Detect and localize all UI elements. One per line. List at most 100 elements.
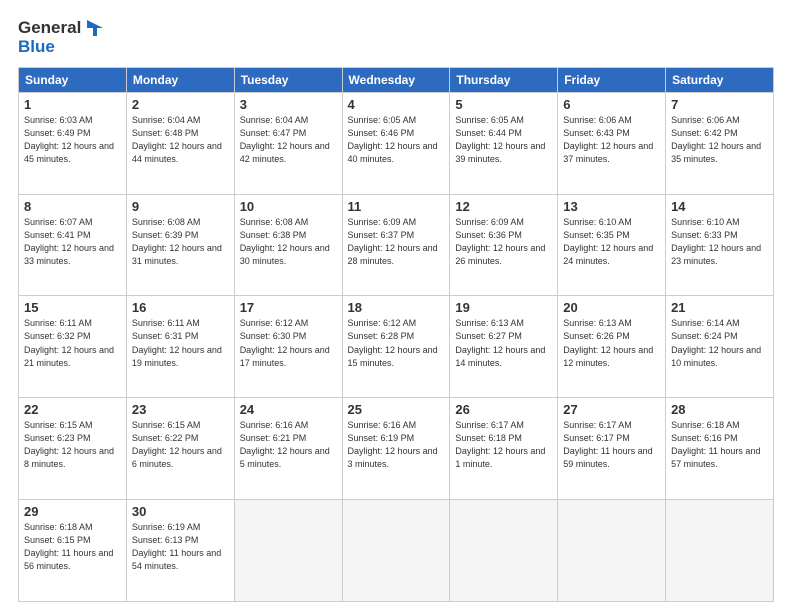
day-info: Sunrise: 6:03 AM Sunset: 6:49 PM Dayligh… — [24, 114, 121, 166]
table-row: 1 Sunrise: 6:03 AM Sunset: 6:49 PM Dayli… — [19, 92, 127, 194]
table-row: 22 Sunrise: 6:15 AM Sunset: 6:23 PM Dayl… — [19, 398, 127, 500]
col-sunday: Sunday — [19, 67, 127, 92]
day-info: Sunrise: 6:06 AM Sunset: 6:42 PM Dayligh… — [671, 114, 768, 166]
day-number: 16 — [132, 300, 229, 315]
day-info: Sunrise: 6:05 AM Sunset: 6:44 PM Dayligh… — [455, 114, 552, 166]
table-row: 4 Sunrise: 6:05 AM Sunset: 6:46 PM Dayli… — [342, 92, 450, 194]
calendar-week: 15 Sunrise: 6:11 AM Sunset: 6:32 PM Dayl… — [19, 296, 774, 398]
day-number: 5 — [455, 97, 552, 112]
calendar-body: 1 Sunrise: 6:03 AM Sunset: 6:49 PM Dayli… — [19, 92, 774, 601]
day-number: 19 — [455, 300, 552, 315]
day-info: Sunrise: 6:14 AM Sunset: 6:24 PM Dayligh… — [671, 317, 768, 369]
table-row: 25 Sunrise: 6:16 AM Sunset: 6:19 PM Dayl… — [342, 398, 450, 500]
calendar-week: 22 Sunrise: 6:15 AM Sunset: 6:23 PM Dayl… — [19, 398, 774, 500]
day-info: Sunrise: 6:17 AM Sunset: 6:17 PM Dayligh… — [563, 419, 660, 471]
day-number: 28 — [671, 402, 768, 417]
col-friday: Friday — [558, 67, 666, 92]
table-row: 19 Sunrise: 6:13 AM Sunset: 6:27 PM Dayl… — [450, 296, 558, 398]
logo-arrow-icon — [83, 18, 105, 38]
day-number: 1 — [24, 97, 121, 112]
day-info: Sunrise: 6:16 AM Sunset: 6:19 PM Dayligh… — [348, 419, 445, 471]
day-number: 8 — [24, 199, 121, 214]
col-wednesday: Wednesday — [342, 67, 450, 92]
empty-cell — [342, 500, 450, 602]
day-number: 29 — [24, 504, 121, 519]
day-number: 27 — [563, 402, 660, 417]
col-thursday: Thursday — [450, 67, 558, 92]
day-number: 23 — [132, 402, 229, 417]
logo-general: General — [18, 19, 81, 38]
day-info: Sunrise: 6:12 AM Sunset: 6:30 PM Dayligh… — [240, 317, 337, 369]
day-info: Sunrise: 6:11 AM Sunset: 6:32 PM Dayligh… — [24, 317, 121, 369]
day-number: 15 — [24, 300, 121, 315]
day-number: 18 — [348, 300, 445, 315]
day-info: Sunrise: 6:19 AM Sunset: 6:13 PM Dayligh… — [132, 521, 229, 573]
day-info: Sunrise: 6:10 AM Sunset: 6:33 PM Dayligh… — [671, 216, 768, 268]
day-number: 20 — [563, 300, 660, 315]
day-number: 25 — [348, 402, 445, 417]
day-number: 17 — [240, 300, 337, 315]
day-number: 9 — [132, 199, 229, 214]
calendar-week: 29 Sunrise: 6:18 AM Sunset: 6:15 PM Dayl… — [19, 500, 774, 602]
page: General Blue Sunday Monday Tuesday Wedne… — [0, 0, 792, 612]
day-info: Sunrise: 6:04 AM Sunset: 6:47 PM Dayligh… — [240, 114, 337, 166]
day-number: 11 — [348, 199, 445, 214]
table-row: 21 Sunrise: 6:14 AM Sunset: 6:24 PM Dayl… — [666, 296, 774, 398]
logo: General Blue — [18, 18, 105, 57]
day-info: Sunrise: 6:08 AM Sunset: 6:39 PM Dayligh… — [132, 216, 229, 268]
empty-cell — [450, 500, 558, 602]
day-info: Sunrise: 6:18 AM Sunset: 6:16 PM Dayligh… — [671, 419, 768, 471]
table-row: 8 Sunrise: 6:07 AM Sunset: 6:41 PM Dayli… — [19, 194, 127, 296]
day-number: 13 — [563, 199, 660, 214]
day-number: 7 — [671, 97, 768, 112]
table-row: 17 Sunrise: 6:12 AM Sunset: 6:30 PM Dayl… — [234, 296, 342, 398]
logo-container: General Blue — [18, 18, 105, 57]
day-number: 14 — [671, 199, 768, 214]
header: General Blue — [18, 18, 774, 57]
day-number: 3 — [240, 97, 337, 112]
table-row: 16 Sunrise: 6:11 AM Sunset: 6:31 PM Dayl… — [126, 296, 234, 398]
table-row: 6 Sunrise: 6:06 AM Sunset: 6:43 PM Dayli… — [558, 92, 666, 194]
table-row: 26 Sunrise: 6:17 AM Sunset: 6:18 PM Dayl… — [450, 398, 558, 500]
table-row: 20 Sunrise: 6:13 AM Sunset: 6:26 PM Dayl… — [558, 296, 666, 398]
empty-cell — [558, 500, 666, 602]
day-info: Sunrise: 6:09 AM Sunset: 6:37 PM Dayligh… — [348, 216, 445, 268]
calendar-table: Sunday Monday Tuesday Wednesday Thursday… — [18, 67, 774, 602]
table-row: 10 Sunrise: 6:08 AM Sunset: 6:38 PM Dayl… — [234, 194, 342, 296]
table-row: 28 Sunrise: 6:18 AM Sunset: 6:16 PM Dayl… — [666, 398, 774, 500]
day-info: Sunrise: 6:17 AM Sunset: 6:18 PM Dayligh… — [455, 419, 552, 471]
day-info: Sunrise: 6:13 AM Sunset: 6:26 PM Dayligh… — [563, 317, 660, 369]
day-number: 12 — [455, 199, 552, 214]
table-row: 30 Sunrise: 6:19 AM Sunset: 6:13 PM Dayl… — [126, 500, 234, 602]
table-row: 7 Sunrise: 6:06 AM Sunset: 6:42 PM Dayli… — [666, 92, 774, 194]
day-info: Sunrise: 6:15 AM Sunset: 6:22 PM Dayligh… — [132, 419, 229, 471]
empty-cell — [234, 500, 342, 602]
day-info: Sunrise: 6:06 AM Sunset: 6:43 PM Dayligh… — [563, 114, 660, 166]
day-info: Sunrise: 6:12 AM Sunset: 6:28 PM Dayligh… — [348, 317, 445, 369]
day-info: Sunrise: 6:04 AM Sunset: 6:48 PM Dayligh… — [132, 114, 229, 166]
table-row: 5 Sunrise: 6:05 AM Sunset: 6:44 PM Dayli… — [450, 92, 558, 194]
table-row: 11 Sunrise: 6:09 AM Sunset: 6:37 PM Dayl… — [342, 194, 450, 296]
day-number: 2 — [132, 97, 229, 112]
day-number: 10 — [240, 199, 337, 214]
table-row: 15 Sunrise: 6:11 AM Sunset: 6:32 PM Dayl… — [19, 296, 127, 398]
calendar-week: 1 Sunrise: 6:03 AM Sunset: 6:49 PM Dayli… — [19, 92, 774, 194]
table-row: 2 Sunrise: 6:04 AM Sunset: 6:48 PM Dayli… — [126, 92, 234, 194]
table-row: 12 Sunrise: 6:09 AM Sunset: 6:36 PM Dayl… — [450, 194, 558, 296]
col-saturday: Saturday — [666, 67, 774, 92]
day-number: 24 — [240, 402, 337, 417]
empty-cell — [666, 500, 774, 602]
table-row: 14 Sunrise: 6:10 AM Sunset: 6:33 PM Dayl… — [666, 194, 774, 296]
day-info: Sunrise: 6:15 AM Sunset: 6:23 PM Dayligh… — [24, 419, 121, 471]
day-info: Sunrise: 6:09 AM Sunset: 6:36 PM Dayligh… — [455, 216, 552, 268]
day-info: Sunrise: 6:05 AM Sunset: 6:46 PM Dayligh… — [348, 114, 445, 166]
calendar-week: 8 Sunrise: 6:07 AM Sunset: 6:41 PM Dayli… — [19, 194, 774, 296]
logo-blue: Blue — [18, 38, 55, 57]
calendar-header-row: Sunday Monday Tuesday Wednesday Thursday… — [19, 67, 774, 92]
table-row: 29 Sunrise: 6:18 AM Sunset: 6:15 PM Dayl… — [19, 500, 127, 602]
table-row: 24 Sunrise: 6:16 AM Sunset: 6:21 PM Dayl… — [234, 398, 342, 500]
day-info: Sunrise: 6:11 AM Sunset: 6:31 PM Dayligh… — [132, 317, 229, 369]
day-info: Sunrise: 6:13 AM Sunset: 6:27 PM Dayligh… — [455, 317, 552, 369]
table-row: 18 Sunrise: 6:12 AM Sunset: 6:28 PM Dayl… — [342, 296, 450, 398]
table-row: 9 Sunrise: 6:08 AM Sunset: 6:39 PM Dayli… — [126, 194, 234, 296]
